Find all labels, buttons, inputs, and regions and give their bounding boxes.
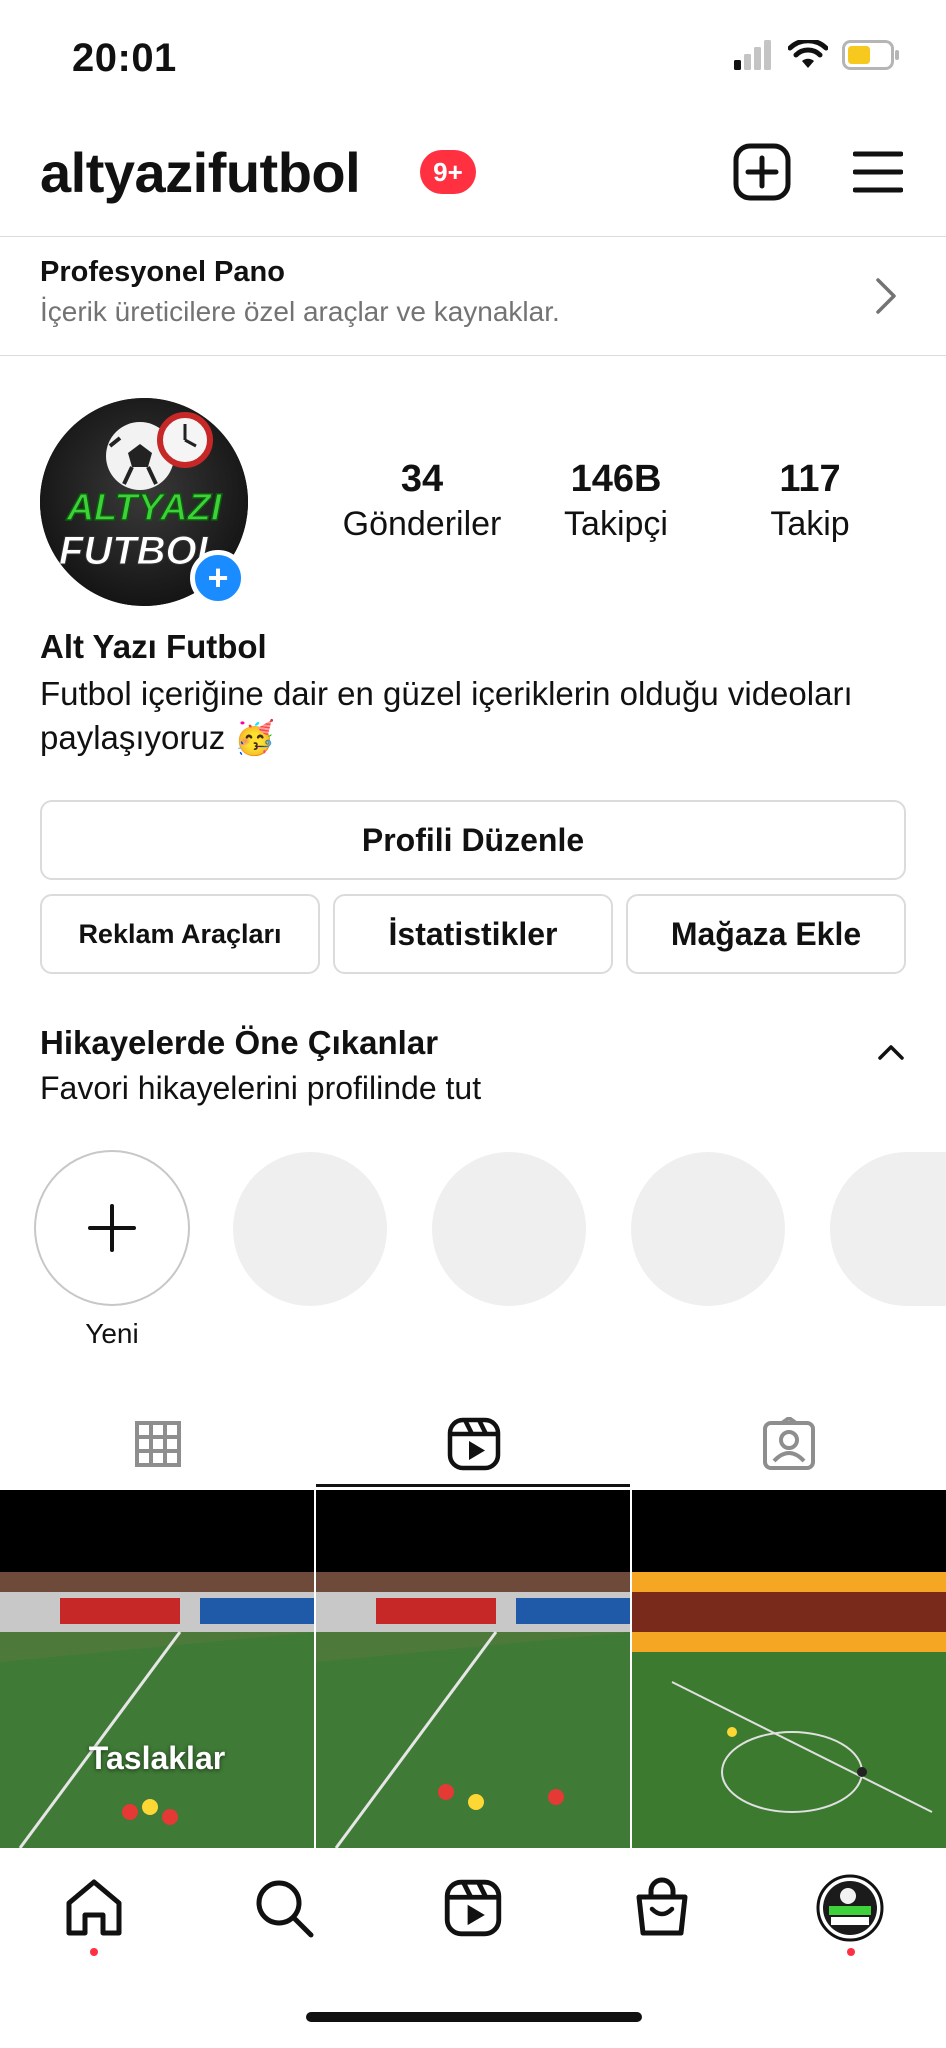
drafts-thumbnail — [0, 1572, 314, 1848]
insights-button[interactable]: İstatistikler — [333, 894, 613, 974]
highlight-placeholder — [830, 1152, 946, 1306]
edit-profile-button[interactable]: Profili Düzenle — [40, 800, 906, 880]
home-indicator — [306, 2012, 642, 2022]
wifi-icon — [788, 40, 828, 68]
nav-shop[interactable] — [622, 1872, 702, 1944]
reels-icon — [444, 1879, 502, 1937]
tab-reels[interactable] — [316, 1400, 631, 1488]
battery-icon — [842, 40, 899, 70]
hamburger-menu-icon — [853, 151, 903, 193]
status-time: 20:01 — [72, 36, 177, 80]
profile-bio: Futbol içeriğine dair en güzel içerikler… — [40, 675, 853, 756]
search-icon — [256, 1880, 314, 1938]
nav-home[interactable] — [54, 1872, 134, 1944]
notification-badge[interactable]: 9+ — [420, 150, 476, 194]
reels-icon — [447, 1417, 500, 1471]
chevron-up-icon[interactable] — [876, 1040, 906, 1064]
following-stat[interactable]: 117 Takip — [710, 458, 910, 544]
chevron-right-icon — [876, 278, 896, 314]
nav-home-dot — [90, 1948, 98, 1956]
nav-reels[interactable] — [433, 1872, 513, 1944]
divider — [0, 355, 946, 356]
new-highlight-button[interactable] — [34, 1150, 190, 1306]
following-count: 117 — [779, 458, 841, 500]
following-label: Takip — [770, 505, 850, 543]
profile-avatar-icon — [816, 1874, 884, 1942]
shopping-bag-icon — [636, 1877, 688, 1936]
nav-profile[interactable] — [810, 1872, 890, 1944]
svg-text:ALTYAZI: ALTYAZI — [66, 487, 223, 529]
profile-username[interactable]: altyazifutbol — [40, 140, 361, 205]
menu-button[interactable] — [846, 140, 910, 204]
plus-square-icon — [733, 143, 791, 201]
active-tab-indicator — [316, 1484, 630, 1487]
ad-tools-button[interactable]: Reklam Araçları — [40, 894, 320, 974]
add-shop-button[interactable]: Mağaza Ekle — [626, 894, 906, 974]
drafts-label: Taslaklar — [88, 1740, 226, 1776]
video-thumbnail — [632, 1572, 946, 1848]
grid-item-drafts[interactable]: Taslaklar — [0, 1490, 314, 1848]
grid-item[interactable] — [316, 1490, 630, 1848]
add-story-button[interactable]: + — [190, 550, 246, 606]
tagged-person-icon — [762, 1417, 815, 1470]
professional-dashboard-subtitle: İçerik üreticilere özel araçlar ve kayna… — [40, 296, 560, 327]
highlights-title: Hikayelerde Öne Çıkanlar — [40, 1024, 439, 1061]
create-post-button[interactable] — [730, 140, 794, 204]
posts-stat[interactable]: 34 Gönderiler — [322, 458, 522, 544]
grid-icon — [134, 1421, 181, 1467]
posts-count: 34 — [400, 458, 444, 500]
highlight-placeholder — [432, 1152, 586, 1306]
profile-full-name: Alt Yazı Futbol — [40, 628, 267, 665]
new-highlight-label: Yeni — [85, 1318, 139, 1349]
followers-count: 146B — [570, 458, 662, 500]
cellular-signal-icon — [734, 40, 771, 70]
grid-item[interactable] — [632, 1490, 946, 1848]
followers-stat[interactable]: 146B Takipçi — [516, 458, 716, 544]
home-icon — [66, 1879, 122, 1936]
highlight-placeholder — [631, 1152, 785, 1306]
highlights-subtitle: Favori hikayelerini profilinde tut — [40, 1070, 482, 1106]
highlight-placeholder — [233, 1152, 387, 1306]
professional-dashboard-title: Profesyonel Pano — [40, 256, 285, 288]
posts-label: Gönderiler — [342, 505, 502, 543]
tab-tagged[interactable] — [631, 1400, 946, 1488]
video-thumbnail — [316, 1572, 630, 1848]
nav-profile-dot — [847, 1948, 855, 1956]
plus-icon — [88, 1204, 136, 1252]
nav-search[interactable] — [244, 1872, 324, 1944]
followers-label: Takipçi — [564, 505, 668, 543]
status-icons — [734, 40, 900, 70]
tab-posts-grid[interactable] — [0, 1400, 315, 1488]
